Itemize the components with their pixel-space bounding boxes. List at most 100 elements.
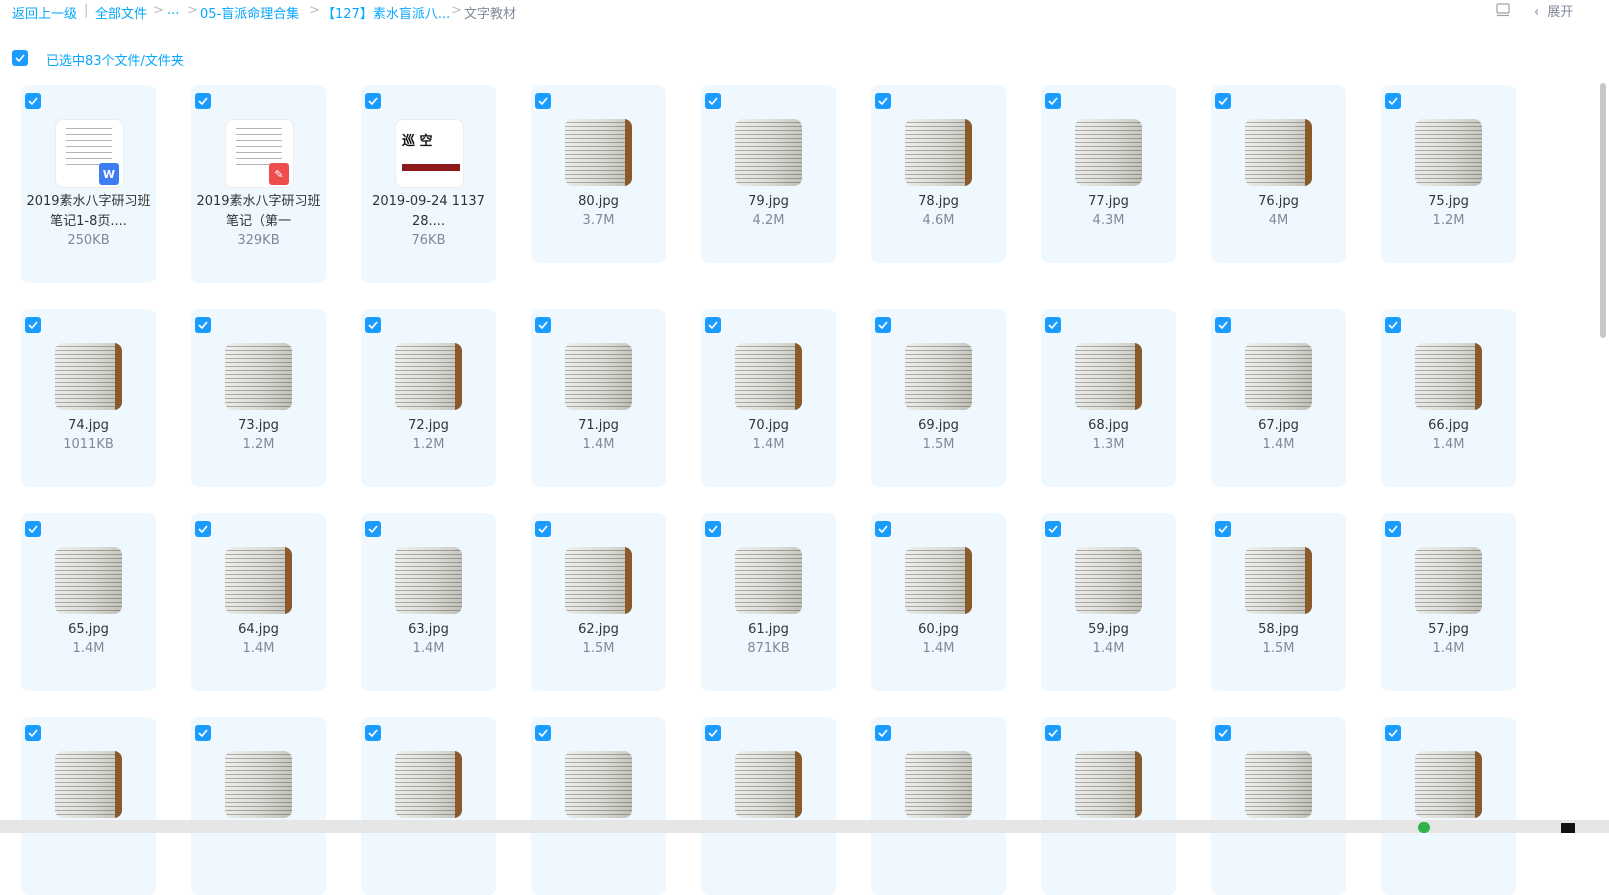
breadcrumb-folder-2[interactable]: 【127】素水盲派八... — [322, 3, 450, 22]
file-card[interactable]: 70.jpg 1.4M — [701, 309, 836, 487]
file-card[interactable]: 62.jpg 1.5M — [531, 513, 666, 691]
file-checkbox[interactable] — [365, 317, 381, 333]
file-card[interactable]: 59.jpg 1.4M — [1041, 513, 1176, 691]
file-card[interactable]: ✎ 2019素水八字研习班笔记（第一 329KB — [191, 85, 326, 283]
file-card[interactable]: 68.jpg 1.3M — [1041, 309, 1176, 487]
file-card[interactable] — [1211, 717, 1346, 895]
file-checkbox[interactable] — [875, 93, 891, 109]
file-checkbox[interactable] — [1045, 317, 1061, 333]
tray-icon[interactable] — [1561, 823, 1575, 833]
file-card[interactable]: W 2019素水八字研习班笔记1-8页.... 250KB — [21, 85, 156, 283]
file-checkbox[interactable] — [195, 317, 211, 333]
file-checkbox[interactable] — [195, 521, 211, 537]
breadcrumb-sep: > — [187, 3, 198, 18]
file-card[interactable]: 65.jpg 1.4M — [21, 513, 156, 691]
file-card[interactable]: 76.jpg 4M — [1211, 85, 1346, 263]
file-card[interactable] — [361, 717, 496, 895]
check-icon — [1218, 525, 1228, 533]
file-checkbox[interactable] — [1045, 521, 1061, 537]
file-card[interactable] — [871, 717, 1006, 895]
file-card[interactable]: 巡 空 2019-09-24 1137 28.... 76KB — [361, 85, 496, 283]
file-checkbox[interactable] — [25, 521, 41, 537]
file-checkbox[interactable] — [875, 521, 891, 537]
select-all-checkbox[interactable] — [12, 50, 28, 66]
expand-button[interactable]: ‹ 展开 — [1534, 1, 1573, 20]
file-checkbox[interactable] — [1215, 317, 1231, 333]
file-checkbox[interactable] — [535, 521, 551, 537]
file-card[interactable] — [701, 717, 836, 895]
file-checkbox[interactable] — [1385, 317, 1401, 333]
file-checkbox[interactable] — [535, 725, 551, 741]
file-card[interactable]: 66.jpg 1.4M — [1381, 309, 1516, 487]
file-checkbox[interactable] — [705, 521, 721, 537]
file-card[interactable]: 61.jpg 871KB — [701, 513, 836, 691]
file-checkbox[interactable] — [1215, 725, 1231, 741]
scrollbar[interactable] — [1600, 83, 1606, 338]
file-checkbox[interactable] — [535, 93, 551, 109]
word-file-icon: W — [99, 163, 119, 185]
file-card[interactable] — [21, 717, 156, 895]
file-checkbox[interactable] — [365, 521, 381, 537]
file-card[interactable] — [1381, 717, 1516, 895]
file-checkbox[interactable] — [705, 317, 721, 333]
file-card[interactable]: 63.jpg 1.4M — [361, 513, 496, 691]
file-name: 74.jpg — [68, 418, 109, 433]
file-checkbox[interactable] — [1215, 93, 1231, 109]
file-card[interactable]: 60.jpg 1.4M — [871, 513, 1006, 691]
file-card[interactable]: 67.jpg 1.4M — [1211, 309, 1346, 487]
file-card[interactable]: 64.jpg 1.4M — [191, 513, 326, 691]
file-checkbox[interactable] — [875, 317, 891, 333]
file-checkbox[interactable] — [705, 725, 721, 741]
file-card[interactable]: 57.jpg 1.4M — [1381, 513, 1516, 691]
check-icon — [28, 321, 38, 329]
document-thumbnail: 巡 空 — [395, 119, 464, 188]
image-thumbnail — [395, 547, 462, 614]
file-card[interactable] — [1041, 717, 1176, 895]
file-checkbox[interactable] — [365, 725, 381, 741]
file-card[interactable]: 80.jpg 3.7M — [531, 85, 666, 263]
breadcrumb-ellipsis[interactable]: ... — [167, 3, 179, 18]
check-icon — [708, 729, 718, 737]
file-checkbox[interactable] — [1045, 93, 1061, 109]
file-checkbox[interactable] — [25, 317, 41, 333]
file-card[interactable]: 69.jpg 1.5M — [871, 309, 1006, 487]
back-link[interactable]: 返回上一级 — [12, 3, 77, 22]
file-checkbox[interactable] — [25, 725, 41, 741]
file-checkbox[interactable] — [365, 93, 381, 109]
file-checkbox[interactable] — [1385, 521, 1401, 537]
file-checkbox[interactable] — [705, 93, 721, 109]
image-thumbnail — [55, 547, 122, 614]
file-card[interactable]: 71.jpg 1.4M — [531, 309, 666, 487]
check-icon — [368, 729, 378, 737]
file-checkbox[interactable] — [1385, 725, 1401, 741]
file-checkbox[interactable] — [195, 93, 211, 109]
breadcrumb-folder-1[interactable]: 05-盲派命理合集 — [200, 3, 299, 22]
file-name: 71.jpg — [578, 418, 619, 433]
file-checkbox[interactable] — [25, 93, 41, 109]
file-checkbox[interactable] — [1045, 725, 1061, 741]
file-card[interactable] — [191, 717, 326, 895]
file-size: 1.4M — [72, 641, 105, 656]
file-card[interactable] — [531, 717, 666, 895]
file-checkbox[interactable] — [535, 317, 551, 333]
file-card[interactable]: 73.jpg 1.2M — [191, 309, 326, 487]
file-card[interactable]: 79.jpg 4.2M — [701, 85, 836, 263]
breadcrumb-all-files[interactable]: 全部文件 — [95, 3, 147, 22]
file-card[interactable]: 75.jpg 1.2M — [1381, 85, 1516, 263]
file-card[interactable]: 74.jpg 1011KB — [21, 309, 156, 487]
document-thumbnail: W — [55, 119, 124, 188]
file-size: 76KB — [411, 233, 446, 248]
list-mode-icon[interactable] — [1496, 3, 1510, 17]
check-icon — [368, 321, 378, 329]
file-checkbox[interactable] — [1215, 521, 1231, 537]
file-checkbox[interactable] — [1385, 93, 1401, 109]
file-card[interactable]: 77.jpg 4.3M — [1041, 85, 1176, 263]
file-card[interactable]: 72.jpg 1.2M — [361, 309, 496, 487]
file-checkbox[interactable] — [195, 725, 211, 741]
file-card[interactable]: 78.jpg 4.6M — [871, 85, 1006, 263]
check-icon — [1388, 321, 1398, 329]
image-thumbnail — [1245, 751, 1312, 818]
file-card[interactable]: 58.jpg 1.5M — [1211, 513, 1346, 691]
tray-app-icon[interactable] — [1418, 822, 1430, 833]
file-checkbox[interactable] — [875, 725, 891, 741]
